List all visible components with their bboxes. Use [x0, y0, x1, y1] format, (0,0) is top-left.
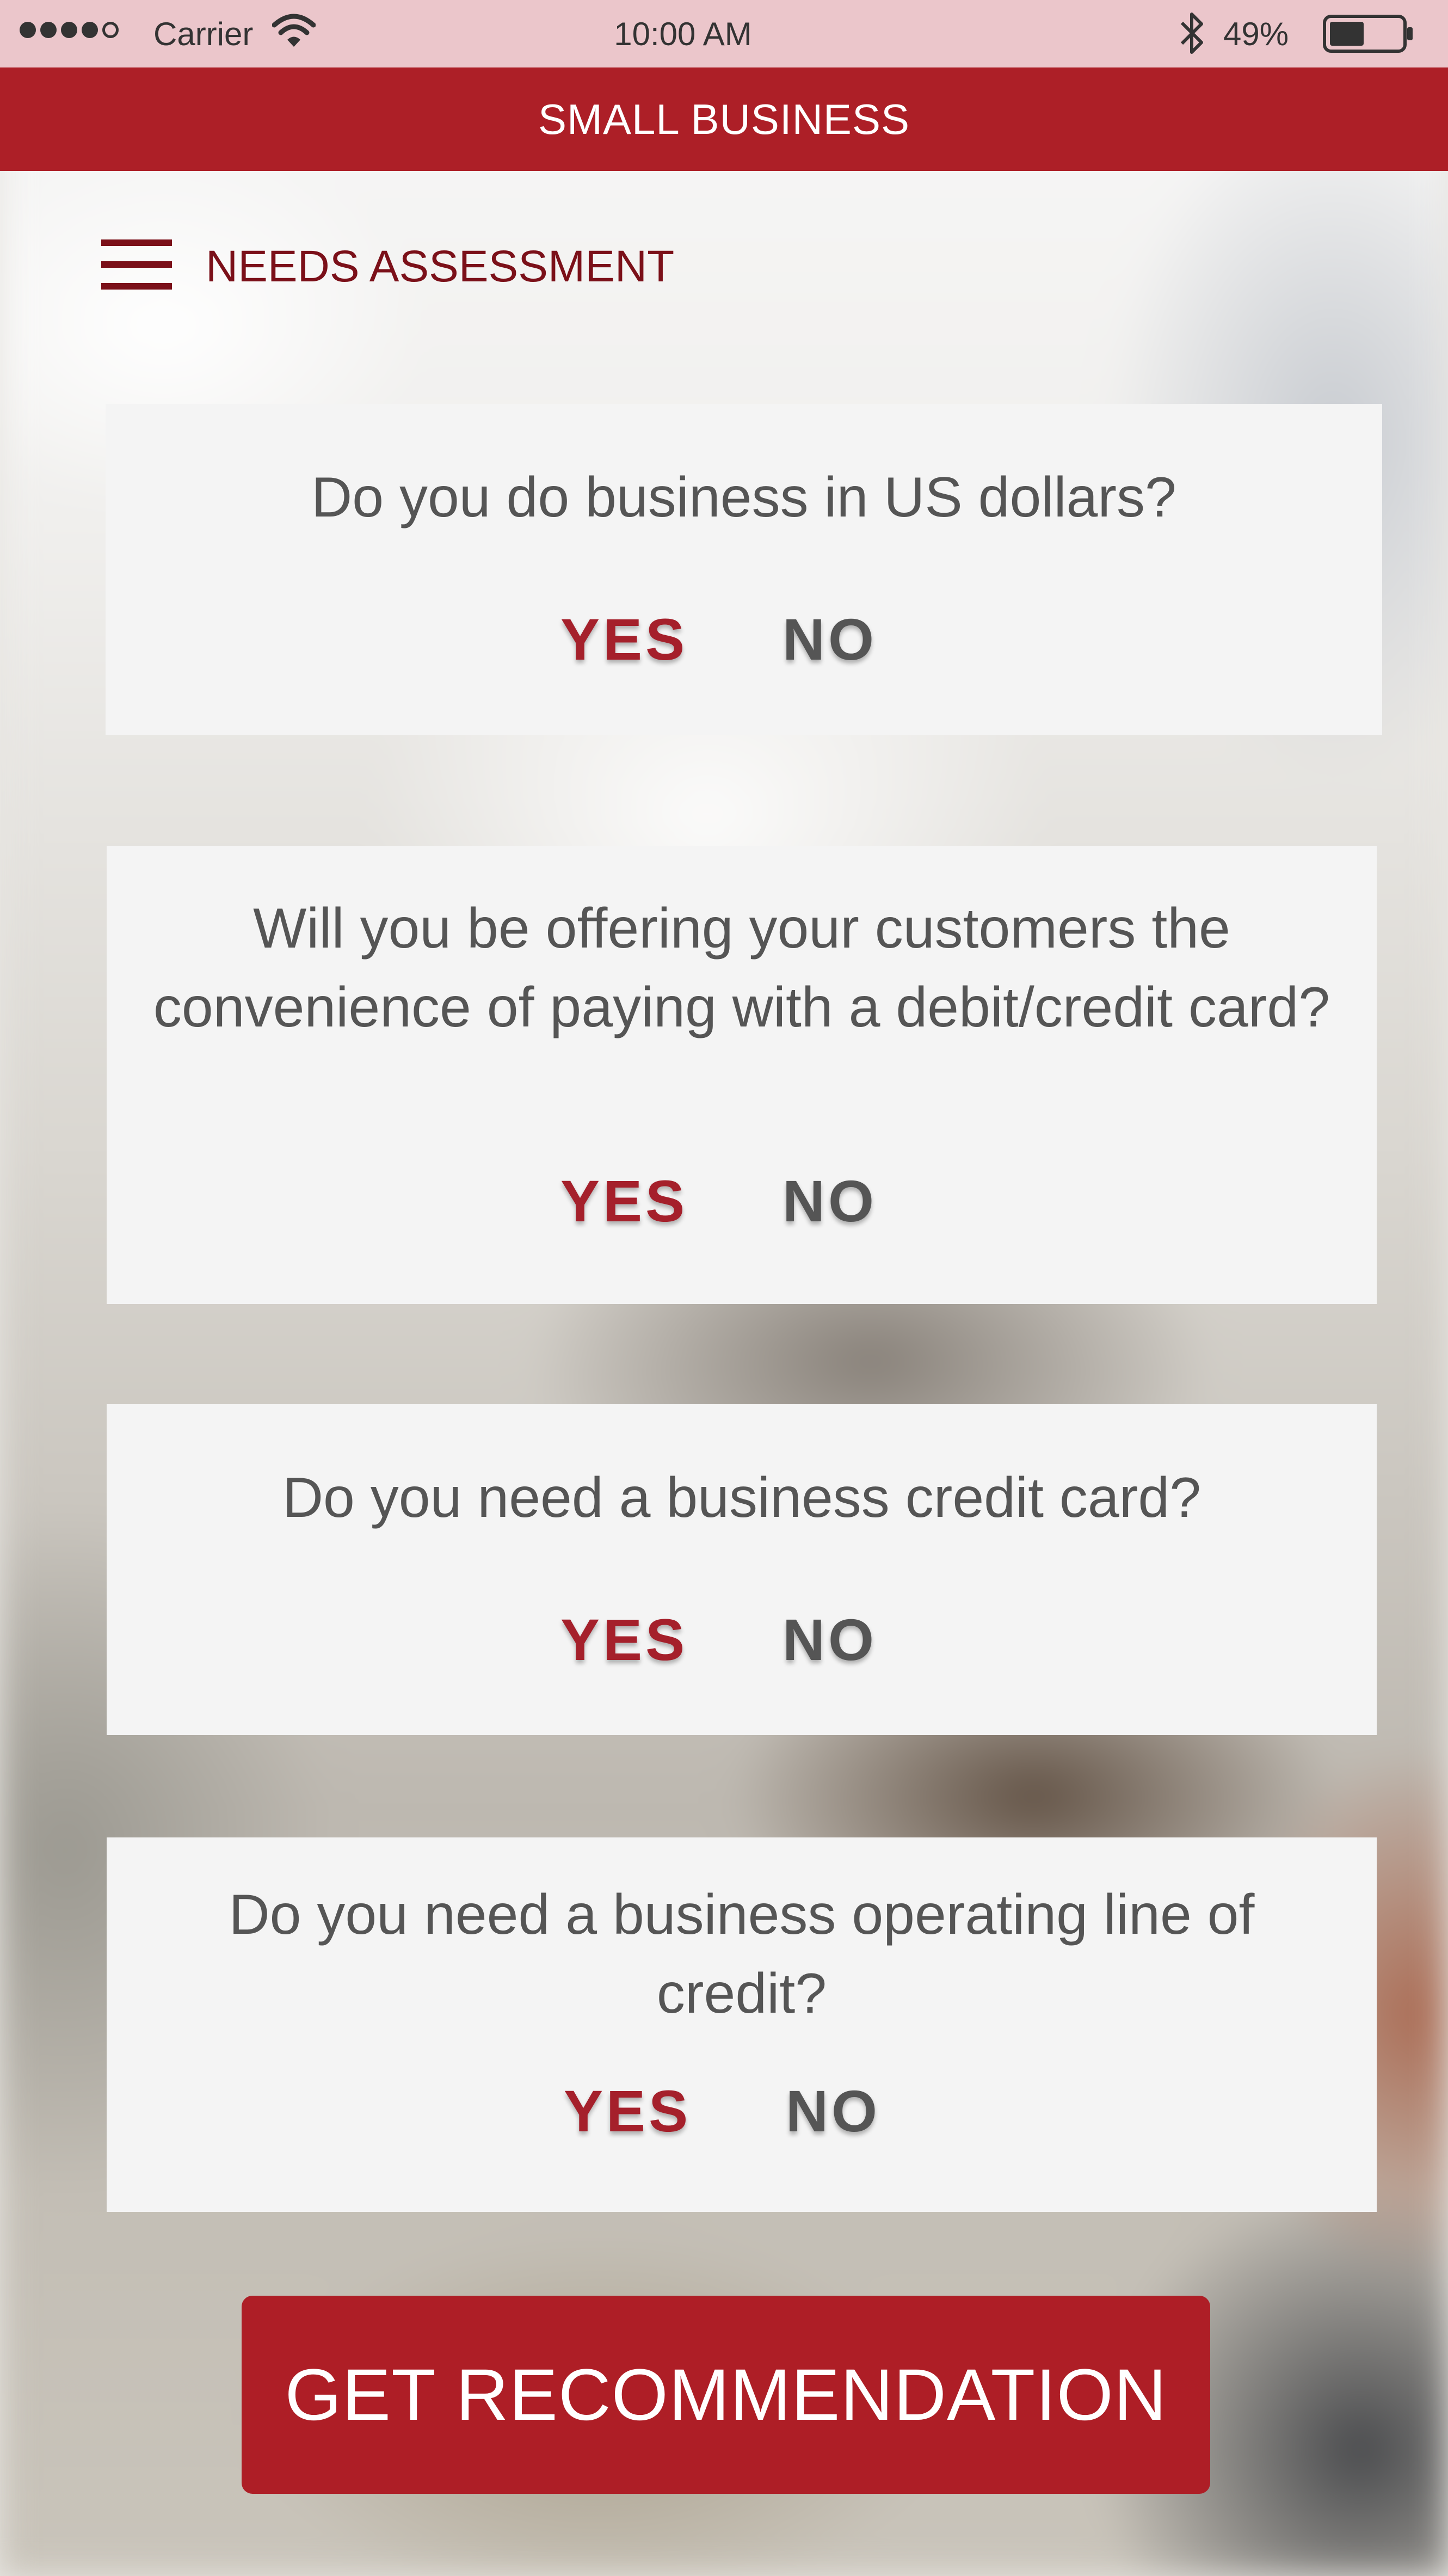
- status-bar: Carrier 10:00 AM 49%: [0, 0, 1448, 67]
- question-text: Will you be offering your customers the …: [153, 897, 1330, 1039]
- hamburger-menu-icon[interactable]: [101, 239, 172, 290]
- question-text: Do you need a business credit card?: [282, 1466, 1201, 1529]
- question-text: Do you do business in US dollars?: [311, 466, 1176, 529]
- yes-button[interactable]: YES: [560, 1167, 688, 1235]
- yes-button[interactable]: YES: [560, 605, 688, 673]
- question-card: Will you be offering your customers the …: [107, 846, 1377, 1304]
- question-card: Do you do business in US dollars? YES NO: [106, 404, 1382, 735]
- get-recommendation-button[interactable]: GET RECOMMENDATION: [242, 2296, 1210, 2494]
- question-card: Do you need a business credit card? YES …: [107, 1404, 1377, 1735]
- get-recommendation-label: GET RECOMMENDATION: [285, 2354, 1167, 2436]
- yes-button[interactable]: YES: [564, 2077, 691, 2145]
- no-button[interactable]: NO: [782, 1606, 877, 1674]
- no-button[interactable]: NO: [782, 1167, 877, 1235]
- question-card: Do you need a business operating line of…: [107, 1837, 1377, 2212]
- app-header: SMALL BUSINESS: [0, 67, 1448, 171]
- page-title: NEEDS ASSESSMENT: [206, 242, 675, 291]
- no-button[interactable]: NO: [786, 2077, 880, 2145]
- battery-percent: 49%: [1223, 16, 1289, 52]
- no-button[interactable]: NO: [782, 605, 877, 673]
- bluetooth-icon: [1175, 10, 1208, 66]
- app-title: SMALL BUSINESS: [538, 95, 910, 143]
- question-text: Do you need a business operating line of…: [229, 1883, 1255, 2025]
- battery-icon: [1322, 14, 1415, 61]
- status-time: 10:00 AM: [614, 16, 752, 52]
- yes-button[interactable]: YES: [560, 1606, 688, 1674]
